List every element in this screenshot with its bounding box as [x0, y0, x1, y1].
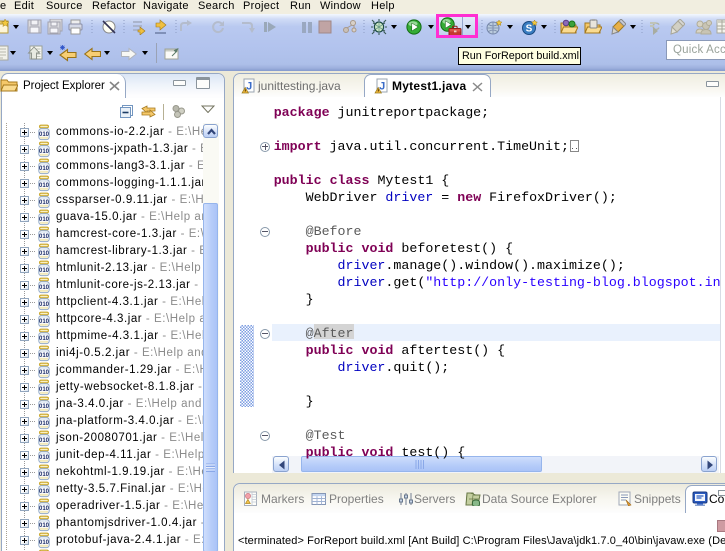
svg-text:S: S — [526, 24, 533, 35]
